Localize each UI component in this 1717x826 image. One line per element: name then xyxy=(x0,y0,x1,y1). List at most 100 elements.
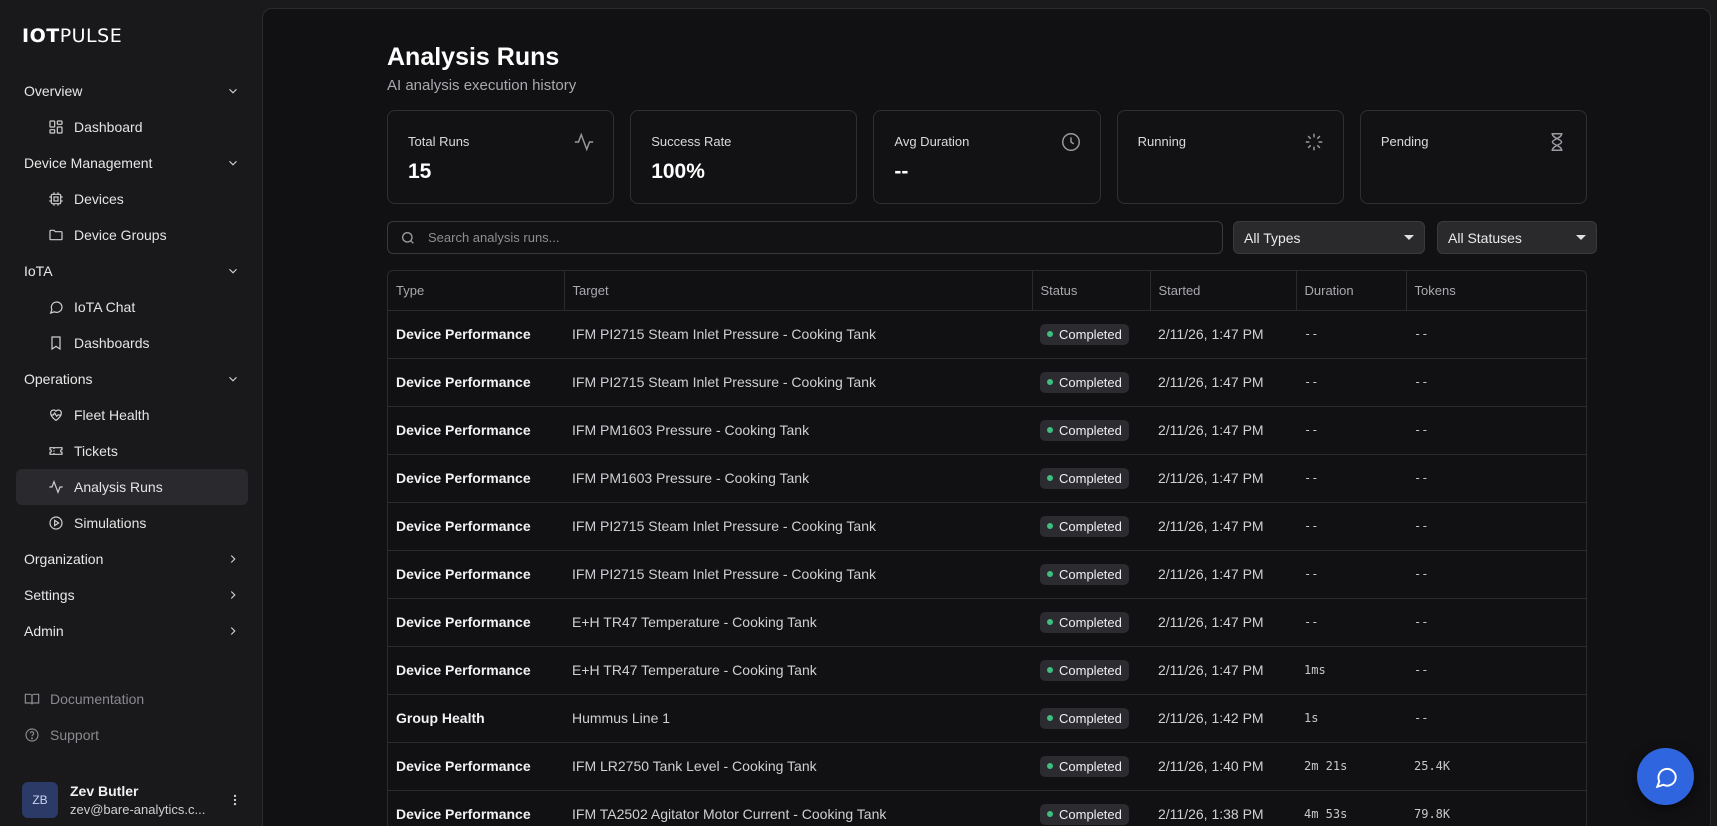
table-row[interactable]: Device Performance IFM PM1603 Pressure - … xyxy=(388,454,1586,503)
cell-tokens: -- xyxy=(1406,694,1586,743)
status-badge: Completed xyxy=(1040,515,1129,537)
main-panel: Analysis Runs AI analysis execution hist… xyxy=(262,8,1711,826)
cell-target: IFM PI2715 Steam Inlet Pressure - Cookin… xyxy=(564,358,1032,407)
cell-type: Device Performance xyxy=(388,310,564,359)
column-header-duration[interactable]: Duration xyxy=(1296,271,1407,311)
column-header-started[interactable]: Started xyxy=(1150,271,1297,311)
status-badge: Completed xyxy=(1040,803,1129,825)
user-name: Zev Butler xyxy=(70,783,139,799)
support-link[interactable]: Support xyxy=(0,717,262,753)
sidebar-item-devices[interactable]: Devices xyxy=(16,181,248,217)
table-row[interactable]: Device Performance IFM LR2750 Tank Level … xyxy=(388,742,1586,791)
status-dot-icon xyxy=(1047,571,1053,577)
chevron-right-icon xyxy=(230,627,236,635)
table-row[interactable]: Device Performance IFM PM1603 Pressure - … xyxy=(388,406,1586,455)
stat-value: 100% xyxy=(651,160,705,183)
table-row[interactable]: Group Health Hummus Line 1 Completed 2/11/2… xyxy=(388,694,1586,743)
nav-group-iota[interactable]: IoTA xyxy=(0,253,262,289)
type-filter-value: All Types xyxy=(1244,229,1301,246)
cell-target: IFM PI2715 Steam Inlet Pressure - Cookin… xyxy=(564,310,1032,359)
table-row[interactable]: Device Performance IFM PI2715 Steam Inlet… xyxy=(388,502,1586,551)
clock-icon xyxy=(1061,133,1080,151)
status-filter-select[interactable]: All Statuses xyxy=(1437,221,1597,254)
status-badge: Completed xyxy=(1040,323,1129,345)
cell-duration: -- xyxy=(1296,550,1406,599)
activity-icon xyxy=(49,479,63,495)
cell-tokens: 25.4K xyxy=(1406,742,1586,791)
stat-label: Success Rate xyxy=(651,134,732,149)
app-logo[interactable]: IOTPULSE xyxy=(22,25,122,47)
table-row[interactable]: Device Performance IFM PI2715 Steam Inlet… xyxy=(388,358,1586,407)
cell-tokens: -- xyxy=(1406,598,1586,647)
status-dot-icon xyxy=(1047,763,1053,769)
cell-duration: 2m 21s xyxy=(1296,742,1406,791)
table-row[interactable]: Device Performance IFM PI2715 Steam Inlet… xyxy=(388,550,1586,599)
column-header-type[interactable]: Type xyxy=(388,271,565,311)
sidebar-item-dashboards[interactable]: Dashboards xyxy=(16,325,248,361)
cell-type: Device Performance xyxy=(388,598,564,647)
column-header-tokens[interactable]: Tokens xyxy=(1406,271,1586,311)
page-subtitle: AI analysis execution history xyxy=(387,77,577,94)
sidebar-item-dashboard[interactable]: Dashboard xyxy=(16,109,248,145)
stat-label: Running xyxy=(1137,134,1187,149)
status-label: Completed xyxy=(1059,758,1122,774)
chevron-right-icon xyxy=(230,591,236,599)
cell-target: IFM PI2715 Steam Inlet Pressure - Cookin… xyxy=(564,502,1032,551)
sidebar-item-device-groups[interactable]: Device Groups xyxy=(16,217,248,253)
cell-tokens: -- xyxy=(1406,358,1586,407)
status-label: Completed xyxy=(1059,710,1122,726)
chevron-down-icon xyxy=(229,268,237,274)
user-info: Zev Butler zev@bare-analytics.c... xyxy=(70,783,216,817)
cell-type: Device Performance xyxy=(388,742,564,791)
documentation-link[interactable]: Documentation xyxy=(0,681,262,717)
logo-bold-text: IOT xyxy=(22,25,60,47)
nav-group-settings[interactable]: Settings xyxy=(0,577,262,613)
type-filter-select[interactable]: All Types xyxy=(1233,221,1425,254)
cell-started: 2/11/26, 1:47 PM xyxy=(1150,454,1296,503)
table-row[interactable]: Device Performance E+H TR47 Temperature -… xyxy=(388,646,1586,695)
table-row[interactable]: Device Performance IFM PI2715 Steam Inlet… xyxy=(388,310,1586,359)
cell-type: Device Performance xyxy=(388,454,564,503)
sidebar-item-analysis-runs[interactable]: Analysis Runs xyxy=(16,469,248,505)
caret-down-icon xyxy=(1576,235,1586,240)
nav-group-operations[interactable]: Operations xyxy=(0,361,262,397)
analysis-runs-table: Type Target Status Started Duration Toke… xyxy=(387,270,1587,826)
cell-type: Device Performance xyxy=(388,550,564,599)
cell-duration: 1ms xyxy=(1296,646,1406,695)
stat-label: Avg Duration xyxy=(894,134,970,149)
sidebar-item-fleet-health[interactable]: Fleet Health xyxy=(16,397,248,433)
more-vertical-icon[interactable] xyxy=(228,792,242,808)
status-filter-value: All Statuses xyxy=(1448,229,1522,246)
nav-group-admin[interactable]: Admin xyxy=(0,613,262,649)
status-dot-icon xyxy=(1047,619,1053,625)
chevron-down-icon xyxy=(229,160,237,166)
status-dot-icon xyxy=(1047,475,1053,481)
bookmark-icon xyxy=(51,336,61,351)
sidebar-item-simulations[interactable]: Simulations xyxy=(16,505,248,541)
nav-group-overview[interactable]: Overview xyxy=(0,73,262,109)
status-label: Completed xyxy=(1059,374,1122,390)
heart-pulse-icon xyxy=(50,409,62,422)
cell-type: Device Performance xyxy=(388,406,564,455)
search-input[interactable] xyxy=(428,230,1222,245)
cell-duration: 1s xyxy=(1296,694,1406,743)
sidebar-item-iota-chat[interactable]: IoTA Chat xyxy=(16,289,248,325)
status-label: Completed xyxy=(1059,614,1122,630)
table-row[interactable]: Device Performance E+H TR47 Temperature -… xyxy=(388,598,1586,647)
cell-status: Completed xyxy=(1032,550,1150,599)
column-header-status[interactable]: Status xyxy=(1032,271,1151,311)
cell-duration: -- xyxy=(1296,502,1406,551)
cell-type: Device Performance xyxy=(388,358,564,407)
table-row[interactable]: Device Performance IFM TA2502 Agitator Mo… xyxy=(388,790,1586,826)
status-label: Completed xyxy=(1059,518,1122,534)
chat-launcher-button[interactable] xyxy=(1637,748,1694,805)
column-header-target[interactable]: Target xyxy=(564,271,1033,311)
cell-target: IFM LR2750 Tank Level - Cooking Tank xyxy=(564,742,1032,791)
nav-group-label: IoTA xyxy=(24,263,53,279)
user-profile[interactable]: ZB Zev Butler zev@bare-analytics.c... xyxy=(22,780,242,820)
nav-group-device-management[interactable]: Device Management xyxy=(0,145,262,181)
sidebar-item-tickets[interactable]: Tickets xyxy=(16,433,248,469)
sidebar-item-label: Devices xyxy=(74,191,124,207)
stat-card-running: Running xyxy=(1116,110,1344,204)
nav-group-organization[interactable]: Organization xyxy=(0,541,262,577)
